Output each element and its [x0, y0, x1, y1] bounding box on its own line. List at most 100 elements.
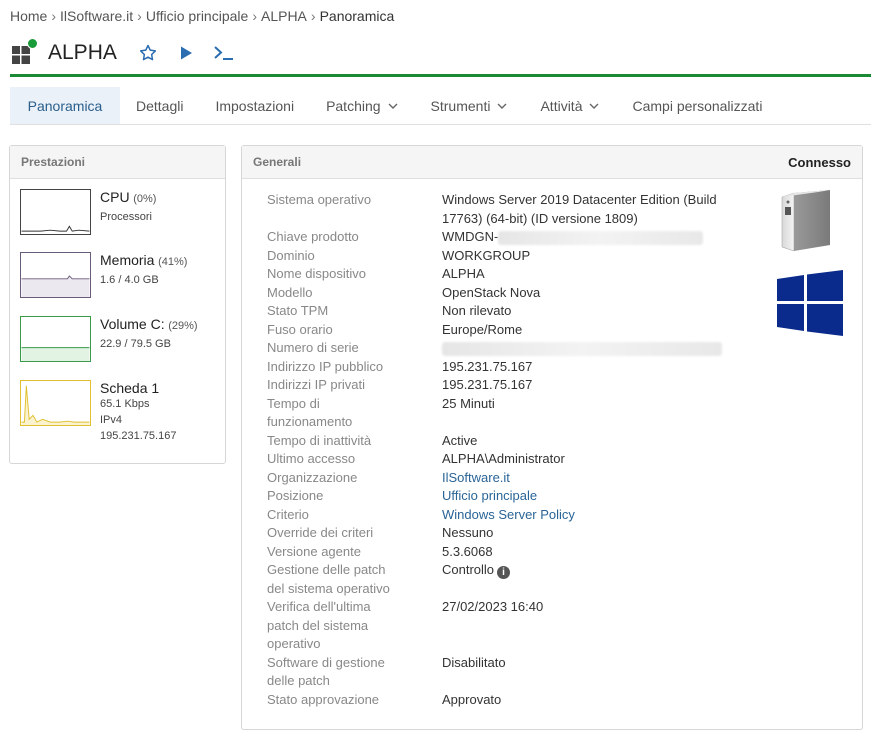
tab-strumenti[interactable]: Strumenti [415, 87, 525, 124]
patch-mgmt-value: Controllo [442, 562, 495, 577]
general-panel-header: Generali Connesso [242, 146, 862, 179]
windows-logo-icon [777, 270, 843, 336]
star-icon[interactable] [137, 42, 159, 64]
metric-name: Scheda 1 [100, 380, 160, 396]
network-protocol: IPv4 [100, 414, 123, 426]
info-label: Stato TPM [267, 303, 329, 318]
info-value: Approvato [442, 691, 502, 707]
info-row-patch-check: Verifica dell'ultima patch del sistema o… [267, 598, 747, 654]
breadcrumb-home[interactable]: Home [10, 8, 47, 24]
info-value: 195.231.75.167 [442, 358, 533, 374]
tab-label: Campi personalizzati [632, 97, 763, 114]
tab-dettagli[interactable]: Dettagli [120, 87, 199, 124]
info-row-policy: Criterio Windows Server Policy [267, 506, 747, 525]
tab-bar: Panoramica Dettagli Impostazioni Patchin… [10, 87, 871, 125]
info-label: Numero di serie [267, 340, 359, 355]
info-value: Nessuno [442, 525, 494, 540]
metric-percent: (0%) [133, 193, 157, 205]
memory-metric[interactable]: Memoria (41%) 1.6 / 4.0 GB [20, 252, 220, 302]
info-label: Nome dispositivo [267, 266, 366, 281]
info-label: Criterio [267, 506, 309, 522]
info-row-idle: Tempo di inattività Active [267, 432, 747, 451]
info-value: WORKGROUP [442, 247, 531, 263]
info-value: 5.3.6068 [442, 543, 493, 559]
cpu-metric[interactable]: CPU (0%) Processori [20, 189, 220, 239]
info-label: Dominio [267, 247, 315, 263]
performance-panel: Prestazioni CPU (0%) Processori Memoria … [9, 145, 226, 464]
metric-name: Memoria [100, 252, 155, 268]
metric-sub: 1.6 / 4.0 GB [100, 274, 159, 286]
info-icon[interactable]: i [497, 566, 511, 579]
info-label: Tempo di funzionamento [267, 395, 353, 430]
tab-patching[interactable]: Patching [310, 87, 414, 124]
info-row-domain: Dominio WORKGROUP [267, 247, 747, 266]
connection-status: Connesso [788, 154, 851, 170]
chevron-right-icon: › [310, 8, 316, 24]
tab-panoramica[interactable]: Panoramica [10, 87, 120, 124]
location-link[interactable]: Ufficio principale [442, 487, 747, 506]
info-label: Ultimo accesso [267, 451, 356, 466]
device-status-icon [10, 38, 38, 65]
info-value: Non rilevato [442, 303, 512, 318]
info-row-product-key: Chiave prodotto WMDGN- [267, 228, 747, 247]
tab-attivita[interactable]: Attività [524, 87, 616, 124]
info-row-patch-mgmt: Gestione delle patch del sistema operati… [267, 561, 747, 598]
network-metric[interactable]: Scheda 1 65.1 Kbps IPv4 195.231.75.167 [20, 380, 220, 445]
panel-title: Prestazioni [21, 155, 86, 169]
info-label: Verifica dell'ultima patch del sistema o… [267, 599, 371, 651]
tab-campi-personalizzati[interactable]: Campi personalizzati [616, 87, 778, 124]
info-row-device-name: Nome dispositivo ALPHA [267, 265, 747, 284]
tab-label: Patching [326, 97, 381, 114]
volume-metric[interactable]: Volume C: (29%) 22.9 / 79.5 GB [20, 316, 220, 366]
chevron-down-icon [387, 100, 399, 112]
policy-link[interactable]: Windows Server Policy [442, 506, 747, 525]
tab-impostazioni[interactable]: Impostazioni [199, 87, 310, 124]
terminal-icon[interactable] [213, 42, 235, 64]
product-key-prefix: WMDGN- [442, 229, 499, 244]
chevron-right-icon: › [51, 8, 57, 24]
chevron-right-icon: › [252, 8, 257, 24]
tab-label: Dettagli [136, 97, 184, 114]
info-row-agent: Versione agente 5.3.6068 [267, 543, 747, 562]
info-label: Indirizzo IP pubblico [267, 358, 384, 374]
tab-label: Attività [540, 97, 583, 114]
tab-label: Strumenti [430, 97, 491, 114]
metric-percent: (29%) [168, 320, 198, 332]
breadcrumb-organization[interactable]: IlSoftware.it [60, 8, 133, 24]
info-value: Controllo i [442, 561, 747, 598]
info-label: Posizione [267, 488, 324, 503]
info-row-private-ip: Indirizzi IP privati 195.231.75.167 [267, 376, 747, 395]
network-sparkline [20, 380, 91, 426]
breadcrumb-device[interactable]: ALPHA [261, 8, 307, 24]
device-header: ALPHA [10, 38, 251, 68]
organization-link[interactable]: IlSoftware.it [442, 469, 747, 488]
info-value: Active [442, 432, 478, 448]
info-label: Tempo di inattività [267, 432, 372, 448]
info-label: Versione agente [267, 543, 361, 559]
volume-sparkline [20, 316, 91, 362]
info-row-timezone: Fuso orario Europe/Rome [267, 321, 747, 340]
info-row-model: Modello OpenStack Nova [267, 284, 747, 303]
info-label: Indirizzi IP privati [267, 377, 366, 392]
chevron-down-icon [496, 100, 508, 112]
chevron-down-icon [588, 100, 600, 112]
performance-panel-header: Prestazioni [10, 146, 225, 179]
breadcrumb-current: Panoramica [319, 8, 395, 24]
general-info-list: Sistema operativo Windows Server 2019 Dat… [267, 191, 747, 709]
breadcrumb-location[interactable]: Ufficio principale [146, 8, 248, 24]
info-label: Chiave prodotto [267, 229, 359, 244]
cpu-sparkline [20, 189, 91, 235]
metric-percent: (41%) [158, 256, 188, 268]
info-value: ALPHA [442, 266, 485, 281]
play-icon[interactable] [175, 42, 197, 64]
metric-sub: 22.9 / 79.5 GB [100, 338, 171, 350]
info-label: Software di gestione delle patch [267, 654, 385, 689]
info-value: OpenStack Nova [442, 284, 541, 300]
general-panel: Generali Connesso Sistema operativo Windo… [241, 145, 863, 730]
redacted-value [498, 230, 704, 245]
info-value: ALPHA\Administrator [442, 451, 565, 466]
info-row-organization: Organizzazione IlSoftware.it [267, 469, 747, 488]
server-icon [781, 190, 830, 252]
info-value: WMDGN- [442, 228, 747, 247]
info-value: 27/02/2023 16:40 [442, 599, 544, 614]
